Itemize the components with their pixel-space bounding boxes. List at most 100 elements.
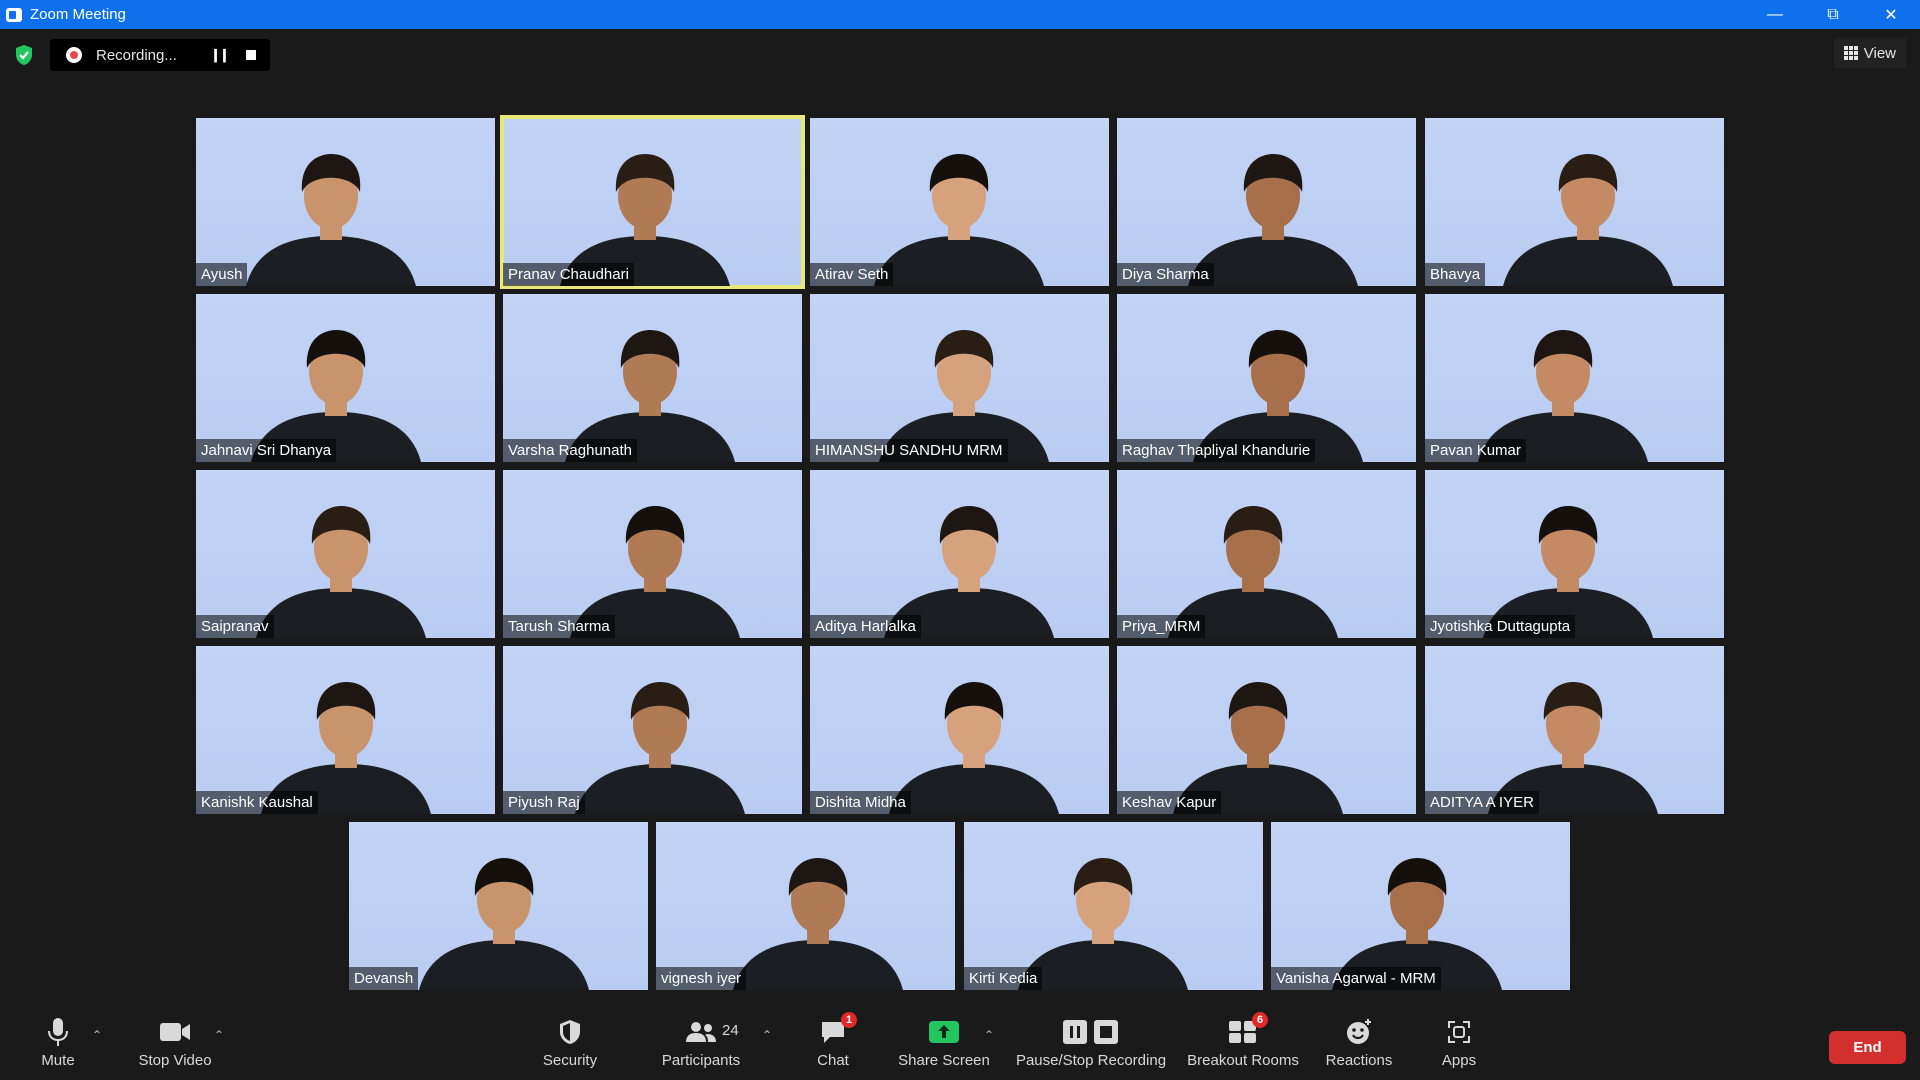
video-tile[interactable]: Atirav Seth [810,118,1109,286]
participant-video-icon [570,506,740,638]
apps-button[interactable]: Apps [1440,1016,1478,1076]
audio-options-caret-icon[interactable]: ⌃ [92,1028,102,1042]
video-tile[interactable]: Bhavya [1425,118,1724,286]
video-tile[interactable]: Kanishk Kaushal [196,646,495,814]
share-options-caret-icon[interactable]: ⌃ [984,1028,994,1042]
grid-view-icon [1843,46,1858,60]
participant-video-icon [1478,330,1648,462]
video-tile[interactable]: Pavan Kumar [1425,294,1724,462]
close-button[interactable]: ✕ [1862,0,1920,29]
share-screen-label: Share Screen [898,1052,990,1069]
participant-video-icon [879,330,1049,462]
mute-button[interactable]: Mute [38,1016,78,1076]
participant-name: Atirav Seth [810,263,894,286]
participant-video-icon [256,506,426,638]
participant-video-icon [733,858,903,990]
video-tile[interactable]: Dishita Midha [810,646,1109,814]
zoom-app-icon [6,7,22,22]
minimize-button[interactable]: — [1746,0,1804,29]
participant-video-icon [889,682,1059,814]
chat-label: Chat [817,1052,849,1069]
participant-name: Keshav Kapur [1117,791,1222,814]
share-screen-button[interactable]: Share Screen [898,1016,990,1076]
participant-video-icon [1503,154,1673,286]
chat-badge: 1 [841,1012,857,1028]
video-tile[interactable]: Ayush [196,118,495,286]
pause-stop-recording-button[interactable]: Pause/Stop Recording [1015,1016,1167,1076]
participant-name: Kanishk Kaushal [196,791,318,814]
participant-video-icon [560,154,730,286]
participants-label: Participants [661,1052,741,1069]
participant-name: Bhavya [1425,263,1486,286]
participant-video-icon [1483,506,1653,638]
security-button[interactable]: Security [540,1016,600,1076]
meeting-top-bar: Recording... ❙❙ View [0,29,1920,81]
participant-name: Dishita Midha [810,791,911,814]
window-controls: — ⧉ ✕ [1746,0,1920,29]
pause-stop-recording-label: Pause/Stop Recording [1015,1052,1167,1069]
breakout-rooms-label: Breakout Rooms [1187,1052,1299,1069]
video-tile[interactable]: Raghav Thapliyal Khandurie [1117,294,1416,462]
video-tile[interactable]: Kirti Kedia [964,822,1263,990]
video-tile[interactable]: Priya_MRM [1117,470,1416,638]
microphone-icon [48,1018,68,1046]
participant-video-icon [251,330,421,462]
participant-name: Aditya Harlalka [810,615,921,638]
participant-name: Saipranav [196,615,274,638]
video-tile[interactable]: HIMANSHU SANDHU MRM [810,294,1109,462]
video-tile[interactable]: vignesh iyer [656,822,955,990]
participant-name: Pavan Kumar [1425,439,1526,462]
pause-icon[interactable]: ❙❙ [208,47,230,63]
reactions-label: Reactions [1325,1052,1393,1069]
video-tile[interactable]: Varsha Raghunath [503,294,802,462]
participant-name: vignesh iyer [656,967,747,990]
video-tile[interactable]: Vanisha Agarwal - MRM [1271,822,1570,990]
video-tile[interactable]: Piyush Raj [503,646,802,814]
chat-button[interactable]: 1 Chat [812,1012,857,1076]
security-shield-icon [560,1020,580,1044]
participant-video-icon [1188,154,1358,286]
pause-stop-recording-icon [1063,1020,1118,1044]
gallery-view: Ayush Pranav Chaudhari Atirav Seth Diya Sha… [0,0,1920,1080]
participant-name: Priya_MRM [1117,615,1206,638]
participants-options-caret-icon[interactable]: ⌃ [762,1028,772,1042]
participant-name: Jahnavi Sri Dhanya [196,439,337,462]
restore-button[interactable]: ⧉ [1804,0,1862,29]
end-meeting-button[interactable]: End [1829,1031,1906,1064]
participant-video-icon [1168,506,1338,638]
participant-name: Kirti Kedia [964,967,1043,990]
participant-name: ADITYA A IYER [1425,791,1539,814]
participant-name: Ayush [196,263,248,286]
view-button[interactable]: View [1833,38,1906,68]
recording-status: Recording... [96,46,177,64]
video-tile[interactable]: Saipranav [196,470,495,638]
video-tile[interactable]: Aditya Harlalka [810,470,1109,638]
video-tile[interactable]: Devansh [349,822,648,990]
breakout-rooms-button[interactable]: 6 Breakout Rooms [1186,1012,1300,1076]
participant-video-icon [246,154,416,286]
participants-button[interactable]: 24 Participants [660,1016,742,1076]
stop-video-button[interactable]: Stop Video [136,1016,214,1076]
participant-name: Piyush Raj [503,791,585,814]
video-tile[interactable]: Pranav Chaudhari [500,115,805,289]
video-tile[interactable]: Keshav Kapur [1117,646,1416,814]
participant-name: Varsha Raghunath [503,439,637,462]
video-options-caret-icon[interactable]: ⌃ [214,1028,224,1042]
participant-name: Diya Sharma [1117,263,1214,286]
reactions-button[interactable]: Reactions [1325,1016,1393,1076]
participant-name: Tarush Sharma [503,615,615,638]
participants-count: 24 [722,1022,739,1039]
video-tile[interactable]: Jahnavi Sri Dhanya [196,294,495,462]
video-tile[interactable]: Jyotishka Duttagupta [1425,470,1724,638]
meeting-toolbar: Mute ⌃ Stop Video ⌃ Security 24 Particip… [0,1010,1920,1080]
share-screen-icon [929,1021,959,1043]
video-tile[interactable]: Tarush Sharma [503,470,802,638]
participant-video-icon [1018,858,1188,990]
participant-name: HIMANSHU SANDHU MRM [810,439,1008,462]
encryption-shield-icon[interactable] [14,44,34,66]
reactions-icon [1347,1019,1371,1044]
stop-icon[interactable] [246,50,256,60]
video-tile[interactable]: ADITYA A IYER [1425,646,1724,814]
video-camera-icon [160,1023,190,1041]
video-tile[interactable]: Diya Sharma [1117,118,1416,286]
